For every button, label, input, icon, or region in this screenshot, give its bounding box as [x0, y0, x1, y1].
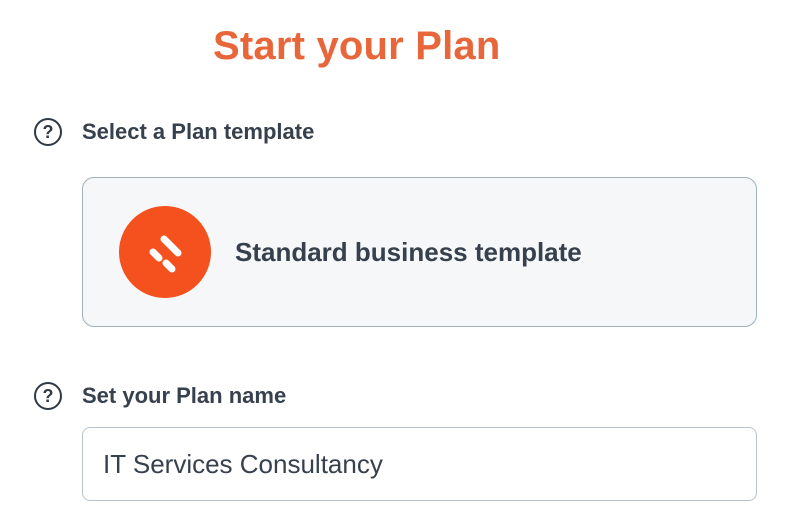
template-section-label: ? Select a Plan template [34, 114, 314, 150]
template-card-standard-business[interactable]: Standard business template [82, 177, 757, 327]
plan-name-input[interactable] [82, 427, 757, 501]
start-plan-page: Start your Plan ? Select a Plan template… [0, 0, 795, 532]
name-label-text: Set your Plan name [82, 383, 287, 408]
help-icon[interactable]: ? [34, 382, 62, 410]
name-section-label: ? Set your Plan name [34, 378, 286, 414]
brand-logo-icon [119, 206, 211, 298]
help-icon[interactable]: ? [34, 118, 62, 146]
template-label-text: Select a Plan template [82, 119, 315, 144]
page-title: Start your Plan [213, 24, 501, 68]
template-name: Standard business template [235, 236, 582, 267]
